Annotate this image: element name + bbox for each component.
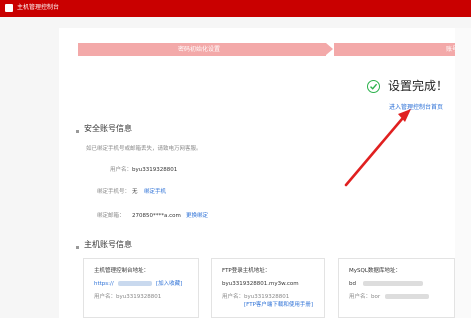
annotation-arrow-icon xyxy=(344,109,411,187)
